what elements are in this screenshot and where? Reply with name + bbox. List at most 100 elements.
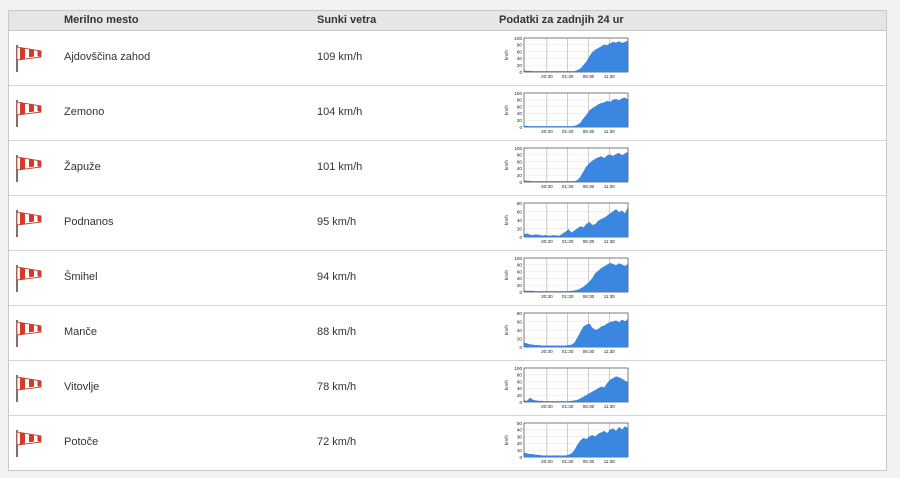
y-tick-label: 0 xyxy=(519,180,522,185)
y-tick-label: 20 xyxy=(517,63,523,68)
y-tick-label: 40 xyxy=(517,166,523,171)
table-row[interactable]: Zemono 104 km/h 0 20 40 60 80 100 20:30 01:30 06… xyxy=(9,86,886,141)
gust-sparkline[interactable]: 0 20 40 6080 100 20:30 01:30 06:30 11:30 km/h xyxy=(502,145,632,191)
x-tick-label: 06:30 xyxy=(583,404,595,409)
gust-sparkline[interactable]: 0 20 40 6080 100 20:30 01:30 06:30 11:30 km/h xyxy=(502,90,632,136)
y-tick-label: 0 xyxy=(519,455,522,460)
y-axis-label: km/h xyxy=(504,50,509,60)
header-24h-data: Podatki za zadnjih 24 ur xyxy=(499,14,624,26)
x-tick-label: 06:30 xyxy=(583,74,595,79)
y-tick-label: 100 xyxy=(514,256,522,261)
x-tick-label: 20:30 xyxy=(541,184,553,189)
y-tick-label: 40 xyxy=(517,328,523,333)
gust-value: 88 km/h xyxy=(317,326,357,338)
gust-sparkline[interactable]: 0 20 40 60 80 20:30 01:30 06:30 11:30 km/h xyxy=(502,310,632,356)
y-axis-label: km/h xyxy=(504,215,509,225)
windsock-icon xyxy=(16,375,42,402)
y-tick-label: 50 xyxy=(517,421,523,426)
x-tick-label: 20:30 xyxy=(541,74,553,79)
y-tick-label: 40 xyxy=(517,386,523,391)
table-row[interactable]: Potoče 72 km/h 0 10 20 30 40 50 20:30 01:30 06:3… xyxy=(9,416,886,470)
y-tick-label: 40 xyxy=(517,428,523,433)
windsock-icon xyxy=(16,155,42,182)
y-axis-label: km/h xyxy=(504,435,509,445)
y-axis-label: km/h xyxy=(504,325,509,335)
location-name[interactable]: Žapuže xyxy=(64,161,101,173)
gust-sparkline[interactable]: 0 20 40 6080 100 20:30 01:30 06:30 11:30 km/h xyxy=(502,365,632,411)
gust-value: 94 km/h xyxy=(317,271,357,283)
y-tick-label: 80 xyxy=(517,43,523,48)
y-tick-label: 40 xyxy=(517,218,523,223)
x-tick-label: 20:30 xyxy=(541,459,553,464)
y-tick-label: 100 xyxy=(514,36,522,41)
y-axis-label: km/h xyxy=(504,160,509,170)
gust-value: 101 km/h xyxy=(317,161,363,173)
y-tick-label: 40 xyxy=(517,56,523,61)
table-row[interactable]: Žapuže 101 km/h 0 20 40 60 80 100 20:30 01:30 06… xyxy=(9,141,886,196)
y-tick-label: 60 xyxy=(517,159,523,164)
x-tick-label: 01:30 xyxy=(562,184,574,189)
y-tick-label: 0 xyxy=(519,235,522,240)
gust-sparkline[interactable]: 0 20 40 6080 100 20:30 01:30 06:30 11:30 km/h xyxy=(502,35,632,81)
windsock-icon xyxy=(16,210,42,237)
header-location[interactable]: Merilno mesto xyxy=(64,14,139,26)
header-gust[interactable]: Sunki vetra xyxy=(317,14,376,26)
y-tick-label: 60 xyxy=(517,319,523,324)
windsock-icon xyxy=(16,430,42,457)
y-tick-label: 80 xyxy=(517,263,523,268)
y-tick-label: 10 xyxy=(517,448,523,453)
table-row[interactable]: Vitovlje 78 km/h 0 20 40 60 80 100 20:30 01:30 0… xyxy=(9,361,886,416)
table-body: Ajdovščina zahod 109 km/h 0 20 40 60 80 100 20… xyxy=(9,31,886,470)
windsock-icon xyxy=(16,100,42,127)
y-tick-label: 80 xyxy=(517,311,523,316)
location-name[interactable]: Vitovlje xyxy=(64,381,99,393)
gust-sparkline[interactable]: 0 10 20 3040 50 20:30 01:30 06:30 11:30 km/h xyxy=(502,420,632,466)
y-tick-label: 40 xyxy=(517,276,523,281)
windsock-icon xyxy=(16,45,42,72)
gust-sparkline[interactable]: 0 20 40 60 80 20:30 01:30 06:30 11:30 km/h xyxy=(502,200,632,246)
location-name[interactable]: Šmihel xyxy=(64,271,98,283)
y-tick-label: 60 xyxy=(517,379,523,384)
y-tick-label: 100 xyxy=(514,91,522,96)
y-tick-label: 60 xyxy=(517,209,523,214)
x-tick-label: 11:30 xyxy=(604,239,616,244)
x-tick-label: 01:30 xyxy=(562,129,574,134)
location-name[interactable]: Zemono xyxy=(64,106,104,118)
table-row[interactable]: Manče 88 km/h 0 20 40 60 80 20:30 01:30 06:30 11… xyxy=(9,306,886,361)
windsock-icon xyxy=(16,265,42,292)
y-tick-label: 20 xyxy=(517,393,523,398)
gust-value: 95 km/h xyxy=(317,216,357,228)
x-tick-label: 11:30 xyxy=(604,74,616,79)
x-tick-label: 01:30 xyxy=(562,239,574,244)
x-tick-label: 11:30 xyxy=(604,459,616,464)
location-name[interactable]: Potoče xyxy=(64,436,98,448)
location-name[interactable]: Ajdovščina zahod xyxy=(64,51,150,63)
location-name[interactable]: Podnanos xyxy=(64,216,114,228)
x-tick-label: 11:30 xyxy=(604,404,616,409)
y-tick-label: 0 xyxy=(519,345,522,350)
wind-gust-table: Merilno mesto Sunki vetra Podatki za zad… xyxy=(8,10,887,471)
x-tick-label: 01:30 xyxy=(562,459,574,464)
x-tick-label: 06:30 xyxy=(583,184,595,189)
gust-sparkline[interactable]: 0 20 40 6080 100 20:30 01:30 06:30 11:30 km/h xyxy=(502,255,632,301)
x-tick-label: 06:30 xyxy=(583,459,595,464)
y-tick-label: 20 xyxy=(517,173,523,178)
x-tick-label: 20:30 xyxy=(541,239,553,244)
y-tick-label: 20 xyxy=(517,283,523,288)
y-tick-label: 80 xyxy=(517,153,523,158)
y-axis-label: km/h xyxy=(504,380,509,390)
x-tick-label: 20:30 xyxy=(541,129,553,134)
table-row[interactable]: Ajdovščina zahod 109 km/h 0 20 40 60 80 100 20… xyxy=(9,31,886,86)
table-row[interactable]: Šmihel 94 km/h 0 20 40 60 80 100 20:30 01:30 06:… xyxy=(9,251,886,306)
y-tick-label: 20 xyxy=(517,336,523,341)
table-row[interactable]: Podnanos 95 km/h 0 20 40 60 80 20:30 01:30 06:3… xyxy=(9,196,886,251)
y-tick-label: 0 xyxy=(519,400,522,405)
gust-value: 104 km/h xyxy=(317,106,363,118)
x-tick-label: 11:30 xyxy=(604,349,616,354)
y-tick-label: 100 xyxy=(514,366,522,371)
x-tick-label: 06:30 xyxy=(583,239,595,244)
location-name[interactable]: Manče xyxy=(64,326,97,338)
y-tick-label: 0 xyxy=(519,290,522,295)
y-tick-label: 20 xyxy=(517,441,523,446)
y-tick-label: 80 xyxy=(517,201,523,206)
